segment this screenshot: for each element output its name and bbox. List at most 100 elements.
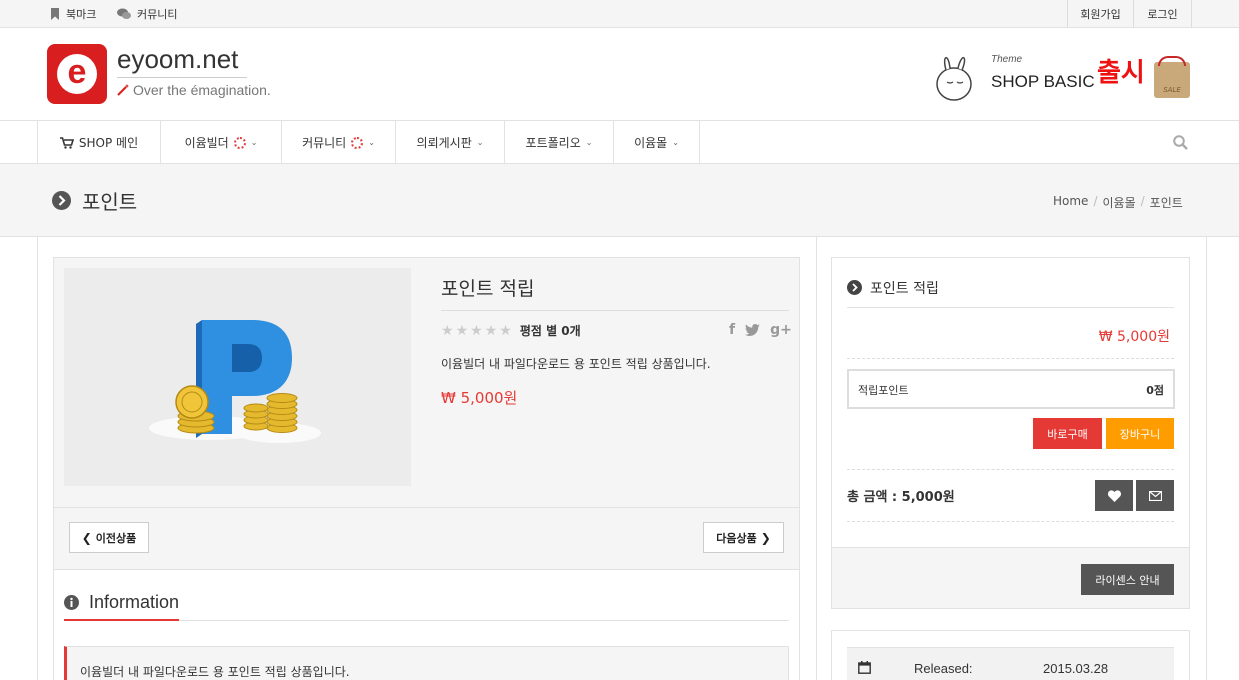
total-amount: 총 금액 : 5,000원 [847,490,955,505]
chevron-down-icon: ⌄ [250,138,258,147]
info-box: 이윰빌더 내 파일다운로드 용 포인트 적립 상품입니다. [64,646,789,680]
star-icon: ★ [484,322,498,339]
logo-letter: e [67,53,87,91]
nav-label: 이윰몰 [634,136,668,150]
login-label: 로그인 [1147,8,1178,21]
product-panel: 포인트 적립 ★ ★ ★ ★ ★ 평점 별 0개 f g+ 이윰빌더 내 파일다… [53,257,800,680]
magic-wand-icon [117,84,129,96]
breadcrumb-home[interactable]: Home [1053,194,1088,211]
info-text: 이윰빌더 내 파일다운로드 용 포인트 적립 상품입니다. [80,665,350,679]
sidebar-rule-dashed [847,358,1174,359]
prev-label: 이전상품 [95,531,137,545]
nav-label: 커뮤니티 [302,136,347,150]
nav-label: 이윰빌더 [184,136,229,150]
prev-product-button[interactable]: ❮ 이전상품 [69,522,149,553]
heart-icon [1107,489,1121,502]
wishlist-button[interactable] [1095,480,1133,511]
google-plus-icon[interactable]: g+ [770,322,792,338]
purchase-sidebar: 포인트 적립 ₩ 5,000원 적립포인트 0점 바로구매 장바구니 총 금액 … [831,257,1190,609]
nav-eyoom-mall[interactable]: 이윰몰 ⌄ [614,121,700,164]
banner-theme-label: Theme [991,54,1023,65]
top-bar: 북마크 커뮤니티 회원가입 로그인 [0,0,1239,28]
logo-tagline: Over the émagination. [117,82,271,98]
signup-link[interactable]: 회원가입 [1067,0,1133,28]
twitter-icon[interactable] [745,324,761,336]
sidebar-rule-dashed [847,469,1174,470]
breadcrumb-mall[interactable]: 이윰몰 [1102,194,1135,211]
tagline-text: Over the émagination. [133,82,271,98]
banner-release: 출시 [1097,58,1145,88]
info-icon [64,595,79,610]
search-icon[interactable] [1173,135,1188,150]
bookmark-icon [51,8,59,20]
nav-label: 포트폴리오 [525,136,581,150]
nav-eyoom-builder[interactable]: 이윰빌더 ⌄ [161,121,282,164]
chevron-down-icon: ⌄ [585,138,593,147]
star-icon: ★ [455,322,469,339]
info-underline [64,619,179,621]
envelope-icon [1148,490,1162,501]
nav-requests[interactable]: 의뢰게시판 ⌄ [396,121,505,164]
shopping-bag-icon: SALE [1154,62,1190,98]
buy-now-button[interactable]: 바로구매 [1033,418,1102,449]
released-label: Released: [914,661,973,676]
login-link[interactable]: 로그인 [1133,0,1192,28]
product-image [64,268,411,486]
loading-spinner-icon [351,136,364,149]
logo-divider [117,77,247,78]
next-product-button[interactable]: 다음상품 ❯ [703,522,784,553]
share-icons: f g+ [729,322,792,338]
bookmark-label: 북마크 [66,8,97,21]
information-section: Information 이윰빌더 내 파일다운로드 용 포인트 적립 상품입니다… [54,569,799,680]
breadcrumb: Home / 이윰몰 / 포인트 [1053,194,1183,211]
breadcrumb-current: 포인트 [1149,196,1183,210]
community-label: 커뮤니티 [137,8,178,21]
product-name: 포인트 적립 [441,278,535,300]
rating-text: 평점 별 0개 [519,324,581,338]
site-header: e eyoom.net Over the émagination. Theme … [0,28,1239,120]
rabbit-mascot-icon [936,57,972,101]
logo-badge[interactable]: e [47,44,107,104]
nav-portfolio[interactable]: 포트폴리오 ⌄ [505,121,614,164]
page-title: 포인트 [82,190,138,214]
chevron-down-icon: ⌄ [368,138,375,147]
nav-shop-main[interactable]: SHOP 메인 [37,121,161,164]
bookmark-link[interactable]: 북마크 [50,5,96,23]
product-price: ₩ 5,000원 [441,389,518,407]
license-area: 라이센스 안내 [832,547,1189,608]
information-heading: Information [89,592,180,612]
bag-ribbon [1158,56,1186,66]
email-button[interactable] [1136,480,1174,511]
banner-shop-basic: SHOP BASIC [991,72,1095,91]
star-icon: ★ [441,322,454,339]
chevron-circle-right-icon [847,280,862,295]
star-icon: ★ [470,322,483,339]
next-label: 다음상품 [716,531,757,545]
nav-community[interactable]: 커뮤니티 ⌄ [282,121,396,164]
details-row: Released: 2015.03.28 [847,647,1174,680]
pager-divider [54,507,799,508]
page-title-bar: 포인트 Home / 이윰몰 / 포인트 [0,164,1239,237]
theme-banner[interactable]: Theme SHOP BASIC 출시 SALE [932,48,1194,106]
point-coins-illustration [149,320,321,443]
nav-label: 의뢰게시판 [416,136,472,150]
sidebar-rule-dashed [847,521,1174,522]
community-link[interactable]: 커뮤니티 [117,5,177,23]
loading-spinner-icon [233,136,246,149]
points-box: 적립포인트 0점 [847,369,1175,409]
logo-name[interactable]: eyoom.net [117,44,238,75]
points-value: 0점 [1146,384,1164,397]
signup-label: 회원가입 [1080,8,1121,21]
chevron-left-icon: ❮ [81,530,92,545]
main-nav: SHOP 메인 이윰빌더 ⌄ 커뮤니티 ⌄ 의뢰게시판 ⌄ 포트폴리오 ⌄ 이윰… [0,120,1239,164]
facebook-icon[interactable]: f [729,322,735,338]
sidebar-price: ₩ 5,000원 [1098,329,1170,345]
license-info-button[interactable]: 라이센스 안내 [1081,564,1174,595]
column-divider [816,237,817,680]
chevron-down-icon: ⌄ [672,138,679,147]
chevron-right-icon: ❯ [760,530,771,545]
cart-icon [59,136,74,149]
add-to-cart-button[interactable]: 장바구니 [1106,418,1174,449]
comments-icon [117,8,131,19]
points-label: 적립포인트 [858,384,909,397]
